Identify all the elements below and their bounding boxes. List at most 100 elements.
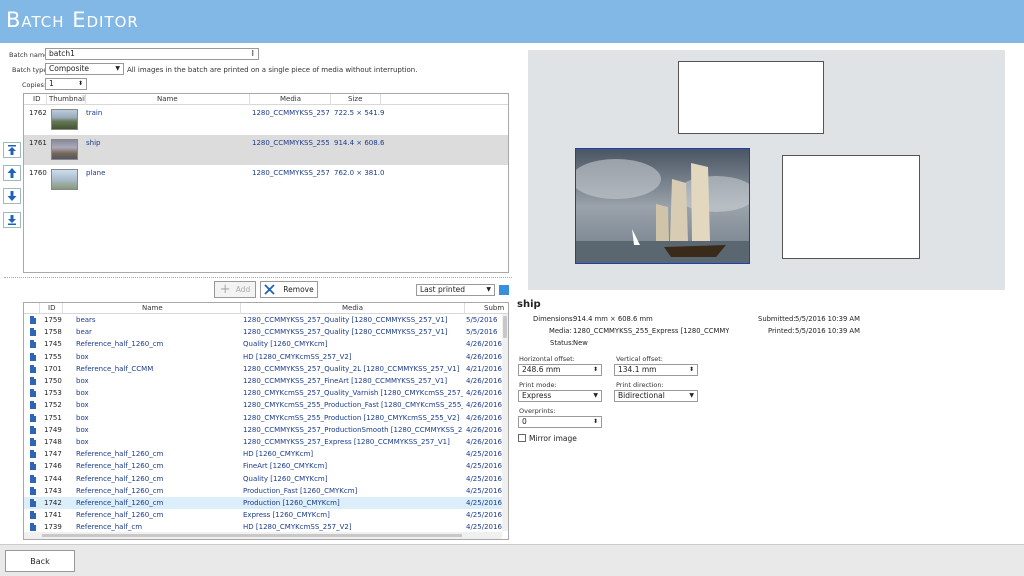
spin-arrows-icon: ⬍	[688, 366, 694, 373]
table-row[interactable]: 1760 plane 1280_CCMMYKSS_257_( 762.0 × 3…	[24, 165, 508, 195]
document-icon	[30, 364, 36, 373]
overprints-stepper[interactable]: 0 ⬍	[518, 416, 602, 428]
document-icon	[30, 462, 36, 471]
history-grid[interactable]: ID Name Media Subm 1759 bears 1280_CCMMYKS…	[23, 302, 509, 540]
splitter[interactable]	[4, 277, 512, 278]
move-to-top-icon	[8, 145, 16, 155]
batch-name-input[interactable]: batch1 I	[45, 48, 259, 60]
horizontal-scrollbar[interactable]	[24, 532, 502, 539]
move-up-button[interactable]	[3, 165, 21, 181]
table-row[interactable]: 1744 Reference_half_1260_cm Quality [1260_…	[24, 473, 508, 485]
footer-bar: Back	[0, 544, 1024, 576]
move-down-button[interactable]	[3, 188, 21, 204]
arrow-up-icon	[7, 168, 17, 178]
table-row[interactable]: 1748 box 1280_CCMMYKSS_257_Express [1280_C…	[24, 436, 508, 448]
mirror-image-label: Mirror image	[529, 434, 577, 443]
chevron-down-icon: ▼	[115, 65, 120, 72]
batch-items-grid[interactable]: ID Thumbnail Name Media Size 1762 train …	[23, 93, 509, 273]
document-icon	[30, 413, 36, 422]
print-mode-label: Print mode:	[519, 381, 557, 389]
grid-header: ID Name Media Subm	[24, 303, 508, 314]
document-icon	[30, 316, 36, 324]
toggle-icon[interactable]	[499, 285, 509, 295]
printed-label: Printed:	[768, 327, 795, 335]
move-to-bottom-icon	[8, 215, 16, 225]
batch-type-select[interactable]: Composite ▼	[45, 63, 124, 75]
text-cursor-icon: I	[251, 49, 254, 58]
copies-stepper[interactable]: 1 ⬍	[45, 78, 87, 90]
overprints-label: Overprints:	[519, 407, 556, 415]
vertical-offset-stepper[interactable]: 134.1 mm ⬍	[614, 364, 698, 376]
document-icon	[30, 425, 36, 434]
move-to-top-button[interactable]	[3, 142, 21, 158]
col-header-media: Media	[280, 95, 302, 103]
horizontal-offset-stepper[interactable]: 248.6 mm ⬍	[518, 364, 602, 376]
media-label: Media:	[549, 327, 572, 335]
spin-arrows-icon: ⬍	[592, 366, 598, 373]
history-filter-select[interactable]: Last printed ▼	[416, 284, 495, 296]
table-row[interactable]: 1742 Reference_half_1260_cm Production [12…	[24, 497, 508, 510]
copies-value: 1	[49, 79, 54, 88]
document-icon	[30, 438, 36, 446]
table-row[interactable]: 1743 Reference_half_1260_cm Production_Fas…	[24, 485, 508, 497]
status-label: Status:	[550, 339, 574, 347]
table-row[interactable]: 1746 Reference_half_1260_cm FineArt [1260_…	[24, 460, 508, 472]
table-row[interactable]: 1750 box 1280_CCMMYKSS_257_FineArt [1280_C…	[24, 375, 508, 387]
table-row[interactable]: 1755 box HD [1280_CMYKcmSS_257_V2] 4/26/201…	[24, 351, 508, 363]
thumbnail-ship	[51, 139, 78, 160]
col-header-name: Name	[142, 304, 163, 312]
document-icon	[30, 511, 36, 520]
document-icon	[30, 389, 36, 398]
document-icon	[30, 352, 36, 361]
table-row[interactable]: 1701 Reference_half_CCMM 1280_CCMMYKSS_257…	[24, 363, 508, 375]
document-icon	[30, 328, 36, 337]
table-row[interactable]: 1741 Reference_half_1260_cm Express [1260_…	[24, 509, 508, 521]
col-header-id: ID	[48, 304, 56, 312]
document-icon	[30, 523, 36, 532]
mirror-image-checkbox[interactable]	[518, 434, 526, 442]
page-title: Batch Editor	[6, 8, 139, 32]
col-header-size: Size	[348, 95, 363, 103]
table-row[interactable]: 1747 Reference_half_1260_cm HD [1260_CMYKc…	[24, 448, 508, 460]
back-button[interactable]: Back	[5, 550, 75, 572]
table-row[interactable]: 1762 train 1280_CCMMYKSS_257_( 722.5 × 5…	[24, 105, 508, 135]
chevron-down-icon: ▼	[689, 392, 694, 399]
table-row[interactable]: 1752 box 1280_CMYKcmSS_255_Production_Fast…	[24, 399, 508, 411]
document-icon	[30, 499, 36, 507]
media-value: 1280_CCMMYKSS_255_Express [1280_CCMMYKSS	[573, 327, 729, 335]
ship-image	[576, 149, 749, 263]
chevron-down-icon: ▼	[486, 286, 491, 293]
horizontal-offset-label: Horizontal offset:	[519, 355, 575, 363]
document-icon	[30, 450, 36, 459]
col-header-name: Name	[157, 95, 178, 103]
table-row-selected[interactable]: 1761 ship 1280_CCMMYKSS_255_E 914.4 × 60…	[24, 135, 508, 165]
move-to-bottom-button[interactable]	[3, 212, 21, 228]
print-direction-select[interactable]: Bidirectional ▼	[614, 390, 698, 402]
table-row[interactable]: 1745 Reference_half_1260_cm Quality [1260_…	[24, 338, 508, 350]
col-header-submitted: Subm	[484, 304, 505, 312]
arrow-down-icon	[7, 191, 17, 201]
layout-preview[interactable]	[528, 50, 1005, 290]
col-header-id: ID	[33, 95, 41, 103]
vertical-scrollbar[interactable]	[502, 314, 508, 531]
submitted-value: 5/5/2016 10:39 AM	[795, 315, 860, 323]
title-bar: Batch Editor	[0, 0, 1024, 43]
submitted-label: Submitted:	[758, 315, 796, 323]
table-row[interactable]: 1753 box 1280_CMYKcmSS_257_Quality_Varnish…	[24, 387, 508, 399]
batch-type-label: Batch type:	[12, 66, 50, 74]
printed-value: 5/5/2016 10:39 AM	[795, 327, 860, 335]
add-button[interactable]: + Add	[214, 281, 256, 298]
spin-arrows-icon: ⬍	[592, 418, 598, 425]
preview-train[interactable]	[678, 61, 824, 134]
preview-ship[interactable]	[575, 148, 750, 264]
col-header-thumbnail: Thumbnail	[49, 95, 87, 103]
table-row[interactable]: 1749 box 1280_CCMMYKSS_257_ProductionSmoot…	[24, 424, 508, 436]
preview-plane[interactable]	[782, 155, 920, 259]
remove-button[interactable]: Remove	[260, 281, 318, 298]
table-row[interactable]: 1751 box 1280_CMYKcmSS_255_Production [128…	[24, 412, 508, 424]
table-row[interactable]: 1759 bears 1280_CCMMYKSS_257_Quality [1280…	[24, 314, 508, 326]
table-row[interactable]: 1758 bear 1280_CCMMYKSS_257_Quality [1280_…	[24, 326, 508, 338]
grid-header: ID Thumbnail Name Media Size	[24, 94, 508, 105]
status-value: New	[573, 339, 588, 347]
print-mode-select[interactable]: Express ▼	[518, 390, 602, 402]
